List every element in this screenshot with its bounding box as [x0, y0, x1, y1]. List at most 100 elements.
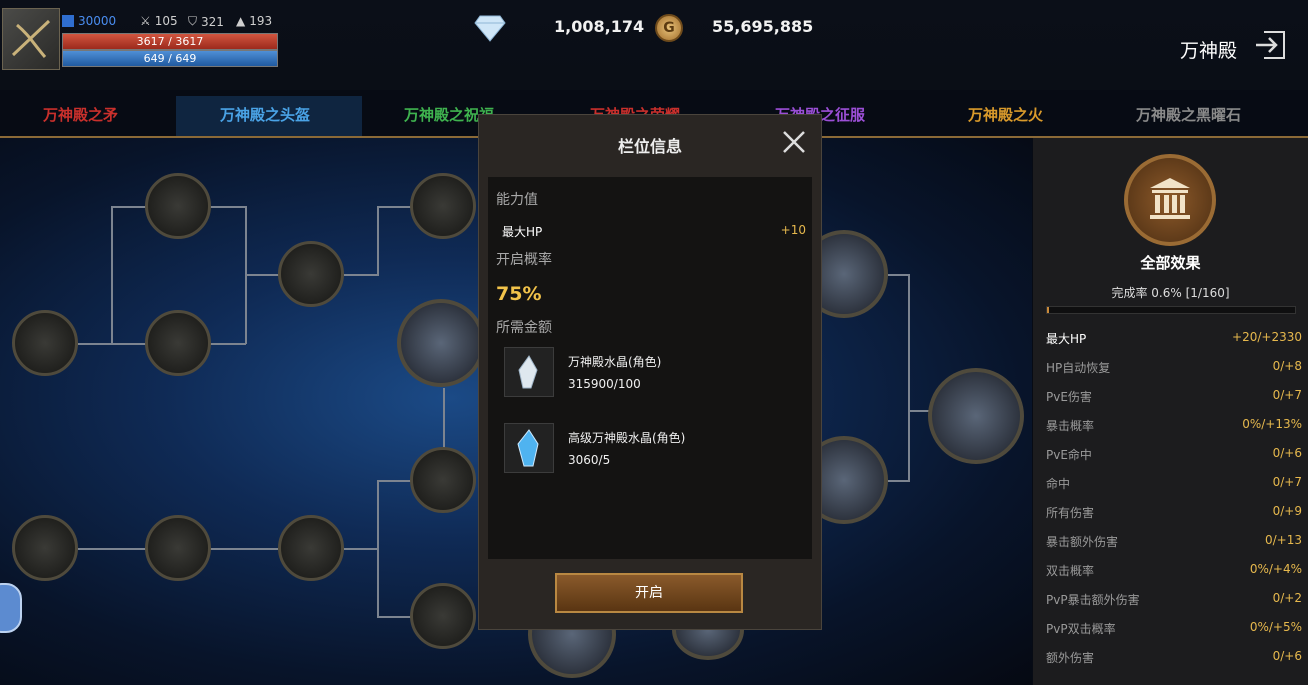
effect-value: 0/+7 — [1272, 475, 1302, 489]
effect-row: PvP双击概率 0%/+5% — [1046, 620, 1302, 640]
close-icon[interactable] — [781, 129, 807, 155]
effect-name: 暴击概率 — [1046, 419, 1095, 433]
power-value: 30000 — [78, 14, 117, 28]
magic-value: 193 — [249, 14, 273, 28]
tree-connector — [111, 206, 147, 208]
chance-value: 75% — [496, 283, 542, 305]
effect-name: PvE命中 — [1046, 448, 1092, 462]
wing-emblem-node[interactable] — [397, 299, 485, 387]
effect-row: 最大HP +20/+2330 — [1046, 330, 1302, 350]
chat-bubble-button[interactable] — [0, 583, 22, 633]
diamond-icon — [474, 15, 506, 42]
wizard-hat-icon: ▲ — [236, 14, 246, 28]
modal-title: 栏位信息 — [617, 137, 682, 156]
effect-value: 0/+6 — [1272, 649, 1302, 663]
tree-connector — [344, 548, 378, 550]
defense-value: 321 — [201, 14, 224, 29]
effect-value: 0/+8 — [1272, 359, 1302, 373]
helmet-node[interactable] — [410, 173, 476, 239]
defense-stat: ⛉ 321 — [188, 14, 224, 29]
temple-icon — [1150, 178, 1190, 219]
magic-stat: ▲ 193 — [236, 14, 272, 28]
pantheon-emblem — [1124, 154, 1216, 246]
stat-name: 最大HP — [502, 225, 543, 239]
shield-icon: ⛉ — [188, 14, 198, 28]
gold-coin-icon: G — [655, 14, 683, 42]
effect-row: 额外伤害 0/+6 — [1046, 649, 1302, 669]
completion-progress-bar — [1046, 306, 1296, 314]
attack-stat: ⚔ 105 — [140, 14, 178, 28]
effect-name: PvE伤害 — [1046, 390, 1092, 404]
ability-label: 能力值 — [496, 192, 538, 208]
effect-value: +20/+2330 — [1232, 330, 1302, 344]
tree-connector — [210, 206, 246, 208]
tree-connector — [111, 343, 147, 345]
character-portrait[interactable] — [2, 8, 60, 70]
tree-connector — [210, 548, 278, 550]
tree-connector — [377, 480, 411, 482]
tree-connector — [888, 274, 910, 276]
helmet-node[interactable] — [145, 173, 211, 239]
tree-connector — [377, 616, 411, 618]
effect-value: 0/+6 — [1272, 446, 1302, 460]
power-stat: 30000 — [62, 14, 116, 28]
completion-progress-fill — [1047, 307, 1050, 313]
helmet-node[interactable] — [12, 310, 78, 376]
helmet-node[interactable] — [12, 515, 78, 581]
tree-connector — [443, 388, 445, 448]
tree-connector — [78, 548, 146, 550]
effect-value: 0/+13 — [1264, 533, 1302, 547]
stat-value: +10 — [780, 223, 806, 237]
crystal-icon — [504, 347, 554, 397]
effect-row: 暴击额外伤害 0/+13 — [1046, 533, 1302, 553]
tab-obsidian[interactable]: 万神殿之黑曜石 — [1136, 104, 1241, 125]
completion-rate: 完成率 0.6% [1/160] — [1111, 286, 1230, 300]
effect-row: PvP暴击额外伤害 0/+2 — [1046, 591, 1302, 611]
gold-count: 55,695,885 — [712, 17, 814, 36]
mp-bar: 649 / 649 — [62, 50, 278, 67]
helmet-node[interactable] — [278, 515, 344, 581]
tree-connector — [210, 343, 246, 345]
tab-helmet[interactable]: 万神殿之头盔 — [220, 104, 310, 125]
effect-name: 双击概率 — [1046, 564, 1095, 578]
advanced-crystal-icon — [504, 423, 554, 473]
modal-content: 能力值 最大HP +10 开启概率 75% 所需金额 万神殿水晶(角色) 315… — [488, 177, 812, 559]
helmet-node[interactable] — [410, 447, 476, 513]
attack-value: 105 — [154, 14, 178, 28]
effect-value: 0/+9 — [1272, 504, 1302, 518]
tree-connector — [245, 274, 279, 276]
effect-name: 所有伤害 — [1046, 506, 1095, 520]
page-title: 万神殿 — [1180, 40, 1238, 62]
tree-connector — [377, 206, 411, 208]
power-icon — [62, 15, 74, 27]
tab-fire[interactable]: 万神殿之火 — [968, 104, 1043, 125]
tree-connector — [78, 343, 112, 345]
tree-connector — [908, 410, 930, 412]
helmet-node[interactable] — [145, 515, 211, 581]
effect-name: 命中 — [1046, 477, 1071, 491]
effect-value: 0%/+4% — [1249, 562, 1302, 576]
item-quantity: 3060/5 — [568, 453, 611, 467]
tree-connector — [111, 206, 113, 344]
diamond-count: 1,008,174 — [554, 17, 645, 36]
helmet-node[interactable] — [278, 241, 344, 307]
effect-name: 最大HP — [1046, 332, 1087, 346]
effect-row: PvE命中 0/+6 — [1046, 446, 1302, 466]
helmet-node[interactable] — [145, 310, 211, 376]
open-slot-button[interactable]: 开启 — [555, 573, 743, 613]
helmet-node[interactable] — [410, 583, 476, 649]
item-name: 高级万神殿水晶(角色) — [568, 431, 686, 445]
tree-connector — [908, 274, 910, 482]
crossbow-icon — [11, 19, 51, 58]
effect-value: 0/+7 — [1272, 388, 1302, 402]
chance-label: 开启概率 — [496, 252, 552, 268]
all-effects-title: 全部效果 — [1140, 254, 1201, 272]
tab-spear[interactable]: 万神殿之矛 — [43, 104, 118, 125]
tree-connector — [344, 274, 378, 276]
slot-info-modal: 栏位信息 能力值 最大HP +10 开启概率 75% 所需金额 万神殿水晶(角色… — [478, 114, 822, 630]
shield-wing-emblem-node[interactable] — [928, 368, 1024, 464]
effect-value: 0%/+13% — [1242, 417, 1302, 431]
effect-value: 0/+2 — [1272, 591, 1302, 605]
effect-name: PvP双击概率 — [1046, 622, 1116, 636]
exit-icon[interactable] — [1254, 28, 1288, 62]
